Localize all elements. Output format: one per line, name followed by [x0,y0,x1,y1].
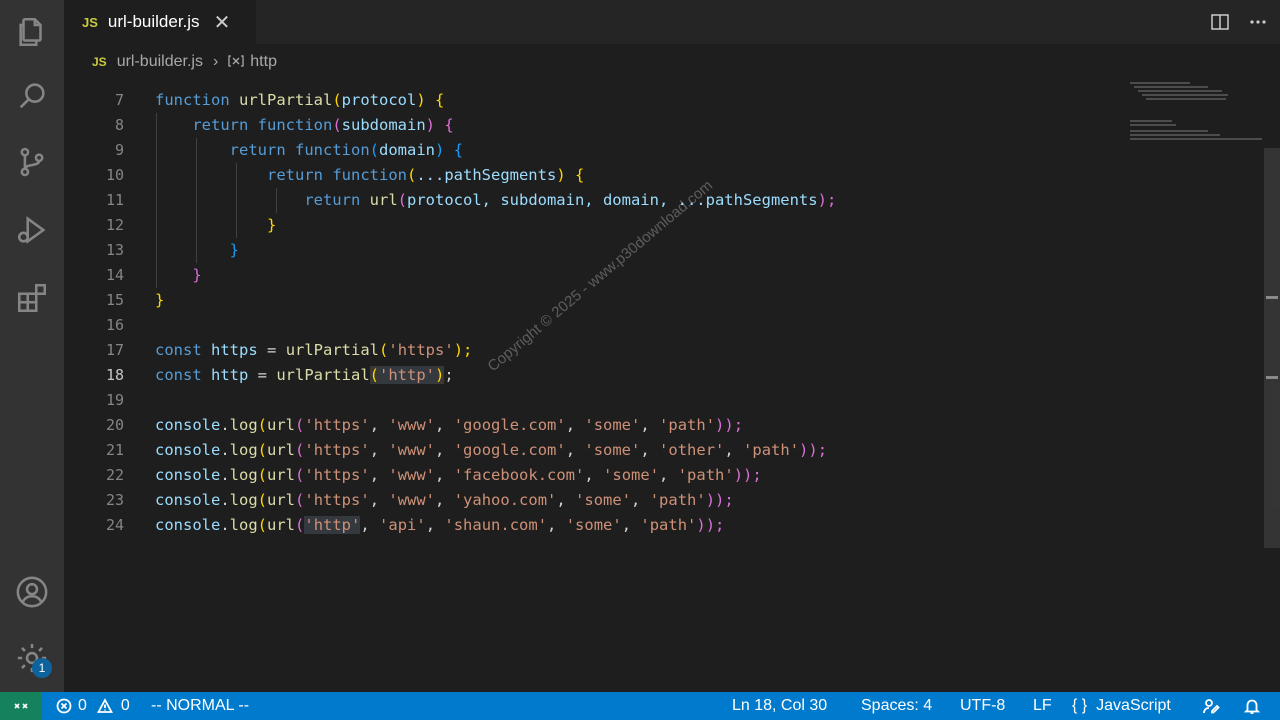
code-line-active: const http = urlPartial('http'); [155,366,454,384]
minimap-line [1130,130,1208,132]
account-icon[interactable] [12,572,52,612]
code-line: console.log(url('https', 'www', 'google.… [155,416,744,434]
line-number: 8 [114,116,124,134]
settings-badge: 1 [32,658,52,678]
line-number: 21 [105,441,124,459]
source-control-icon[interactable] [12,142,52,182]
breadcrumb: JS url-builder.js › http [64,44,1280,80]
language-mode[interactable]: { } JavaScript [1072,692,1171,720]
javascript-file-icon: JS [92,55,107,69]
code-line: } [229,241,239,259]
minimap-line [1134,86,1208,88]
vertical-scrollbar[interactable] [1264,148,1280,548]
code-line: return function(domain) { [229,141,464,159]
code-line: return url(protocol, subdomain, domain, … [304,191,837,209]
breadcrumb-file[interactable]: url-builder.js [117,53,203,71]
line-number: 12 [105,216,124,234]
notifications-bell-icon[interactable] [1243,692,1261,720]
indentation-setting[interactable]: Spaces: 4 [861,692,932,720]
code-line: console.log(url('http', 'api', 'shaun.co… [155,516,725,534]
remote-indicator-icon[interactable] [0,692,42,720]
minimap-line [1130,120,1172,122]
code-line: } [155,291,165,309]
line-number: 17 [105,341,124,359]
vim-mode: -- NORMAL -- [151,697,250,714]
minimap-line [1130,138,1262,140]
minimap-line [1138,90,1222,92]
run-debug-icon[interactable] [12,210,52,250]
code-line: return function(subdomain) { [192,116,454,134]
code-line: } [192,266,202,284]
line-number: 13 [105,241,124,259]
line-number: 14 [105,266,124,284]
encoding-setting[interactable]: UTF-8 [960,692,1005,720]
code-line: } [266,216,277,234]
code-line: return function(...pathSegments) { [266,166,585,184]
line-number: 16 [105,316,124,334]
line-number: 23 [105,491,124,509]
javascript-file-icon: JS [82,14,98,30]
line-number: 22 [105,466,124,484]
line-number: 11 [105,191,124,209]
braces-icon: { } [1072,697,1088,714]
line-number: 10 [105,166,124,184]
code-editor[interactable]: 7 8 9 10 11 12 13 14 15 16 17 18 19 20 2… [64,80,1280,692]
line-number: 19 [105,391,124,409]
error-count: 0 [78,697,87,714]
code-line: console.log(url('https', 'www', 'google.… [155,441,828,459]
symbol-variable-icon [228,54,244,71]
code-line: console.log(url('https', 'www', 'faceboo… [155,466,762,484]
minimap-line [1146,98,1226,100]
line-number: 15 [105,291,124,309]
line-number-active: 18 [105,366,124,384]
minimap-line [1130,124,1176,126]
language-label: JavaScript [1096,697,1171,714]
minimap[interactable] [1128,80,1262,160]
code-line: function urlPartial(protocol) { [155,91,445,109]
scrollbar-marker [1266,296,1278,299]
close-icon[interactable]: ✕ [214,12,231,32]
error-icon [56,698,72,714]
scrollbar-marker [1266,376,1278,379]
activity-bar: 1 [0,0,64,692]
warning-icon [96,698,113,713]
status-bar: 0 0 -- NORMAL -- Ln 18, Col 30 Spaces: 4… [0,692,1280,720]
line-number-gutter: 7 8 9 10 11 12 13 14 15 16 17 18 19 20 2… [64,80,124,692]
minimap-line [1142,94,1228,96]
problems-indicator[interactable]: 0 0 [56,692,130,720]
code-line: console.log(url('https', 'www', 'yahoo.c… [155,491,734,509]
minimap-line [1130,134,1220,136]
tab-bar: JS url-builder.js ✕ [64,0,1280,44]
extensions-icon[interactable] [12,278,52,318]
editor-tab[interactable]: JS url-builder.js ✕ [64,0,256,44]
cursor-position[interactable]: Ln 18, Col 30 [732,692,827,720]
files-icon[interactable] [12,12,52,52]
code-line: const https = urlPartial('https'); [155,341,473,359]
eol-setting[interactable]: LF [1033,692,1052,720]
line-number: 24 [105,516,124,534]
search-icon[interactable] [12,76,52,116]
more-actions-icon[interactable] [1242,6,1274,38]
feedback-icon[interactable] [1202,692,1220,720]
breadcrumb-symbol[interactable]: http [250,53,277,71]
editor-actions [1204,0,1280,44]
line-number: 9 [114,141,124,159]
tab-title: url-builder.js [107,12,200,31]
warning-count: 0 [120,697,130,714]
line-number: 7 [114,91,124,109]
line-number: 20 [105,416,124,434]
breadcrumb-separator: › [212,53,219,70]
minimap-line [1130,82,1190,84]
split-editor-icon[interactable] [1204,6,1236,38]
